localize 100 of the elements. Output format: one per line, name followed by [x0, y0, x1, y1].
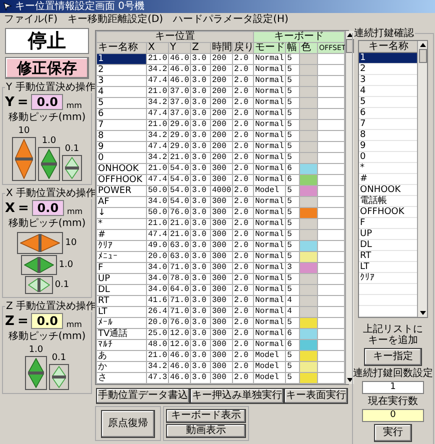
- table-cell: 3.0: [190, 208, 210, 218]
- table-cell[interactable]: あ: [96, 350, 146, 362]
- table-cell[interactable]: *: [96, 218, 146, 230]
- table-cell: 12.0: [168, 340, 190, 350]
- table-cell[interactable]: OFFHOOK: [96, 174, 146, 186]
- table-cell: 300: [210, 340, 232, 350]
- repeat-count-field[interactable]: 1: [362, 381, 424, 394]
- table-cell[interactable]: 7: [96, 120, 146, 130]
- position-field[interactable]: 0.0: [31, 94, 64, 110]
- jog-button[interactable]: [25, 356, 47, 390]
- table-cell: 21.0: [146, 54, 168, 64]
- column-group-header: キーボード: [254, 32, 345, 42]
- table-cell: 3.0: [190, 328, 210, 340]
- up-down-arrows-icon: [65, 157, 79, 179]
- left-right-arrows-icon: [28, 278, 50, 292]
- column-header: キー名称: [359, 41, 418, 53]
- jog-button[interactable]: [62, 155, 82, 181]
- scroll-thumb[interactable]: [418, 49, 426, 63]
- save-button[interactable]: 修正保存: [5, 57, 89, 79]
- jog-button[interactable]: [49, 364, 69, 390]
- table-cell: 3.0: [190, 274, 210, 284]
- view-button[interactable]: キーボード表示: [166, 409, 246, 423]
- table-cell: 3.0: [190, 362, 210, 372]
- position-field[interactable]: 0.0: [31, 313, 64, 329]
- table-cell[interactable]: ﾒｰﾙ: [96, 318, 146, 328]
- table-cell: 2.0: [232, 230, 254, 240]
- table-cell[interactable]: F: [96, 262, 146, 274]
- up-down-arrows-icon: [28, 358, 44, 388]
- table-cell: 300: [210, 350, 232, 362]
- table-cell: 21.0: [146, 164, 168, 174]
- table-cell[interactable]: 2: [96, 64, 146, 76]
- table-cell[interactable]: DL: [96, 284, 146, 296]
- table-cell[interactable]: 4: [96, 86, 146, 98]
- action-button[interactable]: キー表面実行: [284, 388, 348, 404]
- table-cell[interactable]: か: [96, 362, 146, 372]
- table-cell[interactable]: LT: [96, 306, 146, 318]
- table-cell[interactable]: POWER: [96, 186, 146, 196]
- table-cell: 21.0: [168, 218, 190, 230]
- table-cell[interactable]: AF: [96, 196, 146, 208]
- table-cell[interactable]: さ: [96, 372, 146, 384]
- table-cell: Normal: [254, 284, 286, 296]
- table-cell[interactable]: ↓: [96, 208, 146, 218]
- home-button[interactable]: 原点復帰: [101, 410, 155, 438]
- table-cell: 300: [210, 328, 232, 340]
- table-cell: Normal: [254, 240, 286, 252]
- group-title: 連続打鍵確認: [353, 28, 415, 39]
- left-right-arrows-icon: [24, 257, 54, 273]
- add-key-button[interactable]: キー指定: [364, 348, 422, 366]
- scroll-down-icon: [346, 376, 354, 384]
- table-cell[interactable]: 0: [96, 152, 146, 164]
- scrollbar[interactable]: [417, 41, 427, 317]
- action-button[interactable]: キー押込み単独実行: [190, 388, 284, 404]
- table-cell: Normal: [254, 98, 286, 108]
- table-cell[interactable]: ｸﾘｱ: [96, 240, 146, 252]
- table-cell[interactable]: 9: [96, 142, 146, 152]
- table-cell: 3.0: [190, 130, 210, 142]
- table-cell[interactable]: UP: [96, 274, 146, 284]
- table-cell: 37.0: [168, 86, 190, 98]
- table-cell: Normal: [254, 120, 286, 130]
- view-button[interactable]: 動画表示: [166, 424, 246, 438]
- table-cell: 46.0: [168, 54, 190, 64]
- table-cell: 200: [210, 120, 232, 130]
- table-cell: 300: [210, 274, 232, 284]
- table-cell[interactable]: ﾒﾆｭｰ: [96, 252, 146, 262]
- step-label: 10: [18, 126, 30, 137]
- table-cell[interactable]: 8: [96, 130, 146, 142]
- table-cell: 34.2: [146, 98, 168, 108]
- jog-button[interactable]: [24, 276, 53, 294]
- table-cell: Normal: [254, 174, 286, 186]
- table-cell[interactable]: 5: [96, 98, 146, 108]
- position-field[interactable]: 0.0: [32, 200, 64, 216]
- menu-item[interactable]: ファイル(F): [4, 14, 58, 26]
- table-cell[interactable]: ONHOOK: [96, 164, 146, 174]
- table-cell: 3.0: [190, 98, 210, 108]
- table-cell: 3.0: [190, 350, 210, 362]
- table-cell[interactable]: 6: [96, 108, 146, 120]
- table-cell: 2.0: [232, 252, 254, 262]
- table-cell: 2.0: [232, 64, 254, 76]
- action-button[interactable]: 手動位置データ書込: [96, 388, 190, 404]
- menu-item[interactable]: ハードパラメータ設定(H): [173, 14, 288, 26]
- table-cell: 34.2: [146, 362, 168, 372]
- list-item[interactable]: 1: [359, 53, 418, 64]
- table-cell[interactable]: RT: [96, 296, 146, 306]
- table-cell[interactable]: TV通話: [96, 328, 146, 340]
- table-cell[interactable]: ﾏﾙﾁ: [96, 340, 146, 350]
- jog-button[interactable]: [12, 137, 36, 181]
- run-button[interactable]: 実行: [374, 424, 412, 442]
- table-cell: 76.0: [168, 318, 190, 328]
- pitch-label: 移動ピッチ(mm): [7, 331, 87, 343]
- table-cell[interactable]: #: [96, 230, 146, 240]
- column-header: 時間: [210, 42, 232, 54]
- jog-button[interactable]: [17, 232, 64, 254]
- table-cell: 54.0: [168, 196, 190, 208]
- menu-item[interactable]: キー移動距離設定(D): [68, 14, 164, 26]
- jog-button[interactable]: [20, 255, 57, 275]
- table-cell[interactable]: 3: [96, 76, 146, 86]
- table-cell: Normal: [254, 76, 286, 86]
- table-cell[interactable]: 1: [96, 54, 146, 64]
- table-cell: 47.4: [146, 174, 168, 186]
- jog-button[interactable]: [38, 147, 60, 181]
